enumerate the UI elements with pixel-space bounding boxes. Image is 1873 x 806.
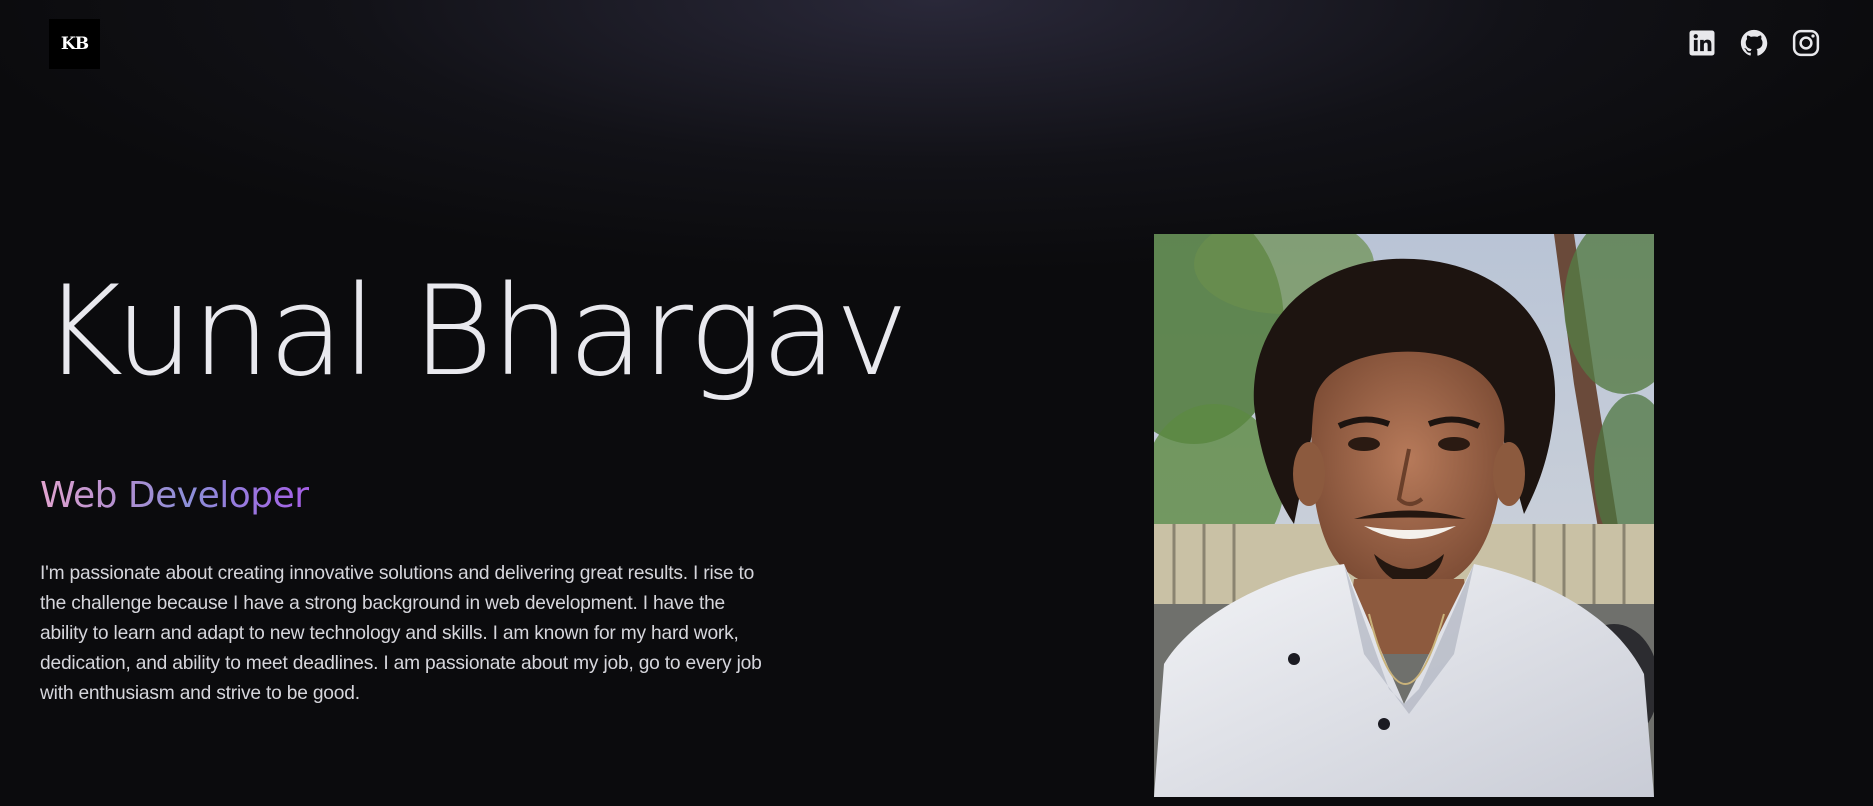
instagram-icon	[1791, 28, 1821, 58]
instagram-link[interactable]	[1791, 28, 1821, 58]
github-link[interactable]	[1739, 28, 1769, 58]
hero-bio: I'm passionate about creating innovative…	[40, 563, 762, 704]
portfolio-page: KB Kunal Bhargav Web Developer I'm passi…	[0, 0, 1873, 806]
linkedin-link[interactable]	[1687, 28, 1717, 58]
site-logo[interactable]: KB	[49, 19, 100, 69]
github-icon	[1739, 28, 1769, 58]
social-links	[1687, 28, 1821, 58]
hero-role: Web Developer	[40, 475, 309, 516]
profile-photo	[1154, 234, 1654, 797]
linkedin-icon	[1687, 28, 1717, 58]
hero-name: Kunal Bhargav	[42, 260, 909, 404]
